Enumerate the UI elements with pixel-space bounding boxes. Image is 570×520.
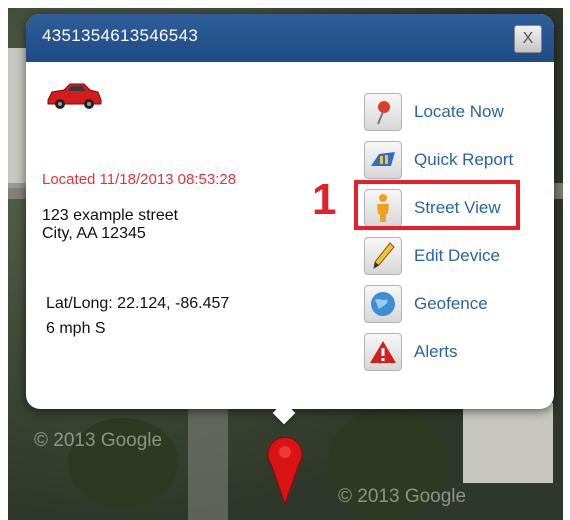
map-copyright: © 2013 Google	[338, 486, 467, 507]
building-roof	[463, 403, 553, 483]
warning-icon	[364, 333, 402, 371]
map-pin-icon[interactable]	[262, 430, 308, 510]
geofence-button[interactable]: Geofence	[364, 284, 544, 324]
speed-text: 6 mph S	[46, 320, 106, 337]
coordinates: Lat/Long: 22.124, -86.457 6 mph S	[46, 291, 229, 341]
popup-header: 4351354613546543 X	[26, 14, 554, 62]
driveway	[188, 408, 228, 520]
menu-label: Edit Device	[414, 246, 500, 265]
latlong-text: Lat/Long: 22.124, -86.457	[46, 295, 230, 312]
report-icon	[364, 141, 402, 179]
menu-label: Alerts	[414, 342, 458, 361]
close-button[interactable]: X	[514, 25, 542, 53]
menu-label: Quick Report	[414, 150, 514, 169]
globe-icon	[364, 285, 402, 323]
edit-device-button[interactable]: Edit Device	[364, 236, 544, 276]
locate-now-button[interactable]: Locate Now	[364, 92, 544, 132]
quick-report-button[interactable]: Quick Report	[364, 140, 544, 180]
address-line-2: City, AA 12345	[42, 225, 146, 242]
street-view-highlight	[354, 180, 520, 230]
pencil-icon	[364, 237, 402, 275]
device-id-title: 4351354613546543	[42, 26, 199, 45]
address: 123 example street City, AA 12345	[42, 207, 178, 243]
alerts-button[interactable]: Alerts	[364, 332, 544, 372]
pin-icon	[364, 93, 402, 131]
located-timestamp: Located 11/18/2013 08:53:28	[42, 171, 237, 188]
menu-label: Geofence	[414, 294, 488, 313]
address-line-1: 123 example street	[42, 207, 179, 224]
menu-label: Locate Now	[414, 102, 504, 121]
step-number: 1	[312, 175, 337, 224]
device-info-popup: 4351354613546543 X Located 11/18/2013 08…	[26, 14, 554, 425]
map-copyright: © 2013 Google	[34, 430, 163, 451]
car-icon	[44, 80, 104, 115]
